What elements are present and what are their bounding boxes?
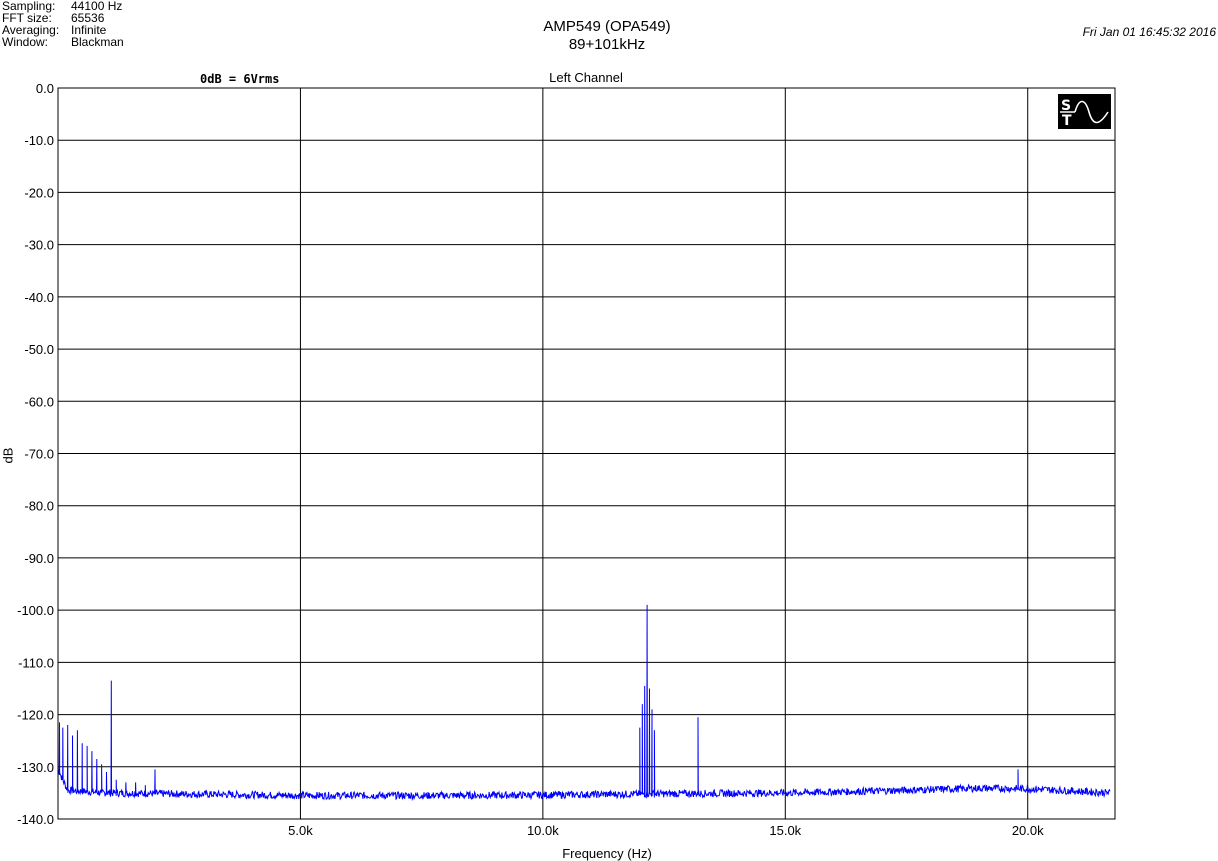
spectrum-chart: 0.0 -10.0 -20.0 -30.0 -40.0 -50.0 -60.0 -70.0 -8… xyxy=(17,81,1116,838)
y-tick-label: -140.0 xyxy=(17,812,54,827)
y-tick-label: -70.0 xyxy=(24,447,54,462)
x-axis-ticks: 5.0k 10.0k 15.0k 20.0k xyxy=(288,823,1044,838)
y-tick-label: -110.0 xyxy=(18,655,54,670)
x-tick-label: 15.0k xyxy=(769,823,801,838)
y-axis-label: dB xyxy=(0,447,16,464)
y-tick-label: -30.0 xyxy=(24,238,54,253)
logo-letter-t: T xyxy=(1062,113,1072,129)
y-tick-label: 0.0 xyxy=(36,81,54,96)
x-tick-label: 10.0k xyxy=(527,823,559,838)
y-tick-label: -20.0 xyxy=(24,185,54,200)
spectrum-line xyxy=(57,604,1111,802)
x-tick-label: 5.0k xyxy=(288,823,313,838)
y-tick-label: -80.0 xyxy=(24,499,54,514)
y-tick-label: -50.0 xyxy=(24,342,54,357)
y-tick-label: -130.0 xyxy=(17,760,54,775)
y-tick-label: -120.0 xyxy=(17,708,54,723)
x-tick-label: 20.0k xyxy=(1012,823,1044,838)
y-tick-label: -90.0 xyxy=(24,551,54,566)
y-tick-label: -40.0 xyxy=(24,290,54,305)
grid xyxy=(58,87,1115,820)
st-sine-logo-icon: S T xyxy=(1058,94,1111,129)
logo-sine-wave xyxy=(1074,100,1109,124)
spectrum-trace xyxy=(57,604,1111,802)
y-tick-label: -10.0 xyxy=(24,133,54,148)
y-axis-ticks: 0.0 -10.0 -20.0 -30.0 -40.0 -50.0 -60.0 -70.0 -8… xyxy=(17,81,54,827)
x-axis-label: Frequency (Hz) xyxy=(562,846,652,861)
y-tick-label: -100.0 xyxy=(17,603,54,618)
y-tick-label: -60.0 xyxy=(24,394,54,409)
